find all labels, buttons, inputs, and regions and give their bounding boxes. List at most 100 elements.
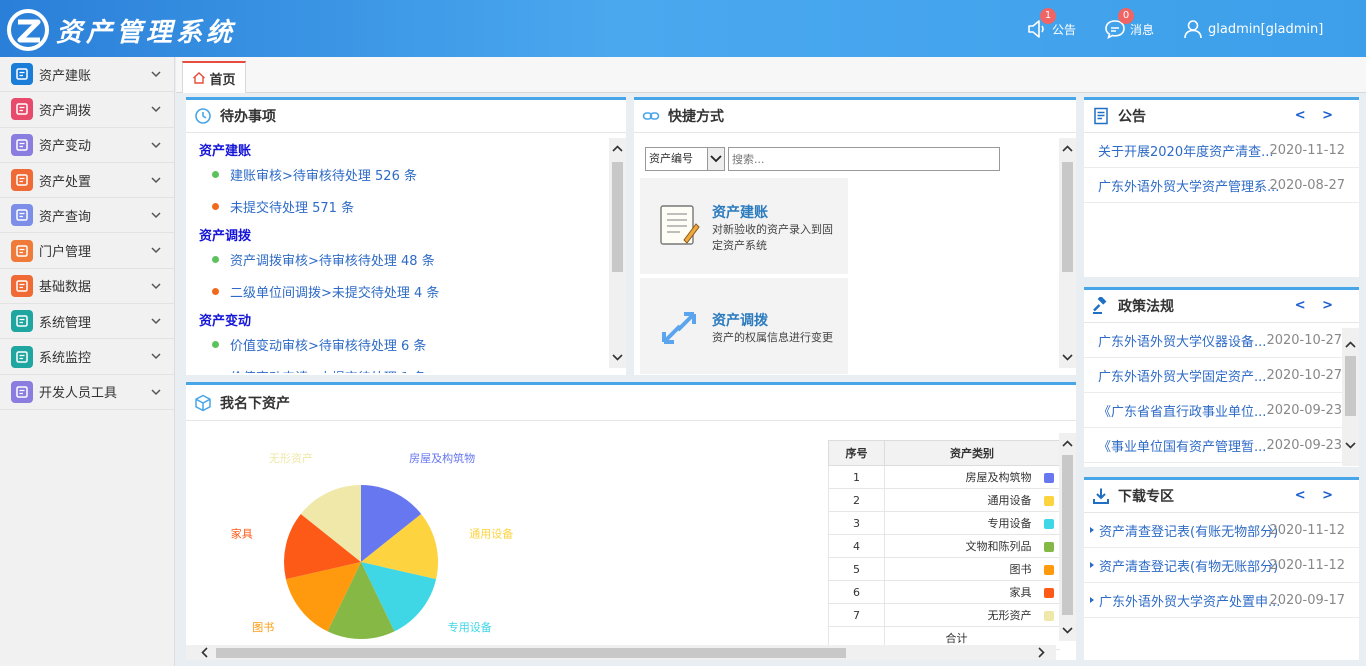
table-cell-index: 7: [828, 603, 885, 627]
todo-section-title: 资产建账: [199, 144, 252, 159]
table-row: 3 专用设备: [828, 511, 1060, 535]
message-count-badge: 0: [1118, 8, 1134, 24]
chevron-down-icon: [710, 155, 722, 163]
policy-list-item[interactable]: 广东外语外贸大学固定资产... 2020-10-27: [1084, 358, 1342, 393]
sidebar-item-5[interactable]: 门户管理: [0, 233, 174, 269]
sidebar-item-2[interactable]: 资产变动: [0, 128, 174, 163]
sidebar-item-4[interactable]: 资产查询: [0, 198, 174, 234]
download-icon: [1093, 488, 1109, 504]
sidebar-item-6[interactable]: 基础数据: [0, 269, 174, 305]
shortcut-card[interactable]: 资产调拨 资产的权属信息进行变更: [640, 278, 848, 374]
sidebar-item-1[interactable]: 资产调拨: [0, 92, 174, 128]
downloads-item-date: 2020-11-12: [1269, 557, 1345, 573]
message-button[interactable]: 0 消息: [1104, 8, 1155, 40]
assets-scrollbar[interactable]: [1059, 433, 1076, 641]
tab-home-label: 首页: [209, 72, 236, 88]
assets-h-scroll-thumb[interactable]: [216, 648, 846, 658]
sidebar-item-7[interactable]: 系统管理: [0, 304, 174, 340]
todo-item[interactable]: 二级单位间调拨>未提交待处理 4 条: [212, 282, 439, 301]
user-menu[interactable]: gladmin[gladmin]: [1182, 18, 1323, 40]
sidebar-item-9[interactable]: 开发人员工具: [0, 375, 174, 410]
select-dropdown-button[interactable]: [707, 148, 724, 170]
notice-list-item[interactable]: 广东外语外贸大学资产管理系... 2020-08-27: [1084, 168, 1359, 203]
policy-list-item[interactable]: 《事业单位国有资产管理暂... 2020-09-23: [1084, 428, 1342, 463]
todo-item[interactable]: 价值变动审核>待审核待处理 6 条: [212, 335, 426, 354]
legend-swatch: [1043, 542, 1054, 552]
table-row: 5 图书: [828, 557, 1060, 581]
sidebar-item-icon: [11, 133, 33, 156]
shortcut-search-input[interactable]: [728, 147, 1000, 171]
table-cell-category: 无形资产: [884, 603, 1060, 627]
document-icon: [1094, 107, 1108, 125]
assets-scroll-thumb[interactable]: [1062, 455, 1073, 615]
notice-list-item[interactable]: 关于开展2020年度资产清查... 2020-11-12: [1084, 133, 1359, 168]
shortcut-card[interactable]: 资产建账对新验收的资产录入到固定资产系统: [640, 178, 848, 274]
logo-icon: [7, 9, 49, 51]
status-dot-icon: [212, 256, 219, 263]
table-row: 4 文物和陈列品: [828, 534, 1060, 558]
downloads-list-item[interactable]: 资产清查登记表(有物无账部分) 2020-11-12: [1084, 548, 1359, 583]
policy-pager[interactable]: < >: [1295, 298, 1339, 313]
notice-pager[interactable]: < >: [1295, 108, 1339, 123]
asset-pie-chart: 房屋及构筑物通用设备专用设备文物和陈列品图书家具无形资产: [231, 451, 513, 639]
downloads-list-item[interactable]: 资产清查登记表(有账无物部分) 2020-11-12: [1084, 513, 1359, 548]
downloads-list-item[interactable]: 广东外语外贸大学资产处置申... 2020-09-17: [1084, 583, 1359, 618]
pie-label: 图书: [252, 621, 274, 634]
shortcut-scroll-thumb[interactable]: [1062, 162, 1073, 272]
total-label: 合计: [945, 632, 968, 645]
sidebar-item-label: 基础数据: [39, 280, 92, 296]
shortcut-scrollbar[interactable]: [1059, 138, 1076, 368]
chevron-down-icon: [151, 142, 161, 148]
chevron-down-icon: [151, 283, 161, 289]
download-list: 资产清查登记表(有账无物部分) 2020-11-12 资产清查登记表(有物无账部分)…: [1084, 513, 1359, 618]
sidebar-item-label: 资产查询: [39, 209, 92, 225]
sidebar-item-3[interactable]: 资产处置: [0, 163, 174, 199]
policy-item-title: 《广东省省直行政事业单位...: [1098, 404, 1267, 420]
notice-item-title: 关于开展2020年度资产清查...: [1098, 144, 1274, 160]
sidebar-item-icon: [11, 204, 33, 227]
sidebar-item-label: 开发人员工具: [39, 386, 118, 402]
speaker-icon: 1: [1026, 8, 1056, 40]
scroll-down-icon: [1062, 627, 1073, 634]
category-label: 专用设备: [987, 517, 1032, 530]
notice-panel: 公告 < > 关于开展2020年度资产清查... 2020-11-12 广东外语外贸…: [1084, 97, 1359, 277]
policy-item-date: 2020-10-27: [1266, 367, 1342, 383]
table-row: 1 房屋及构筑物: [828, 465, 1060, 489]
todo-item-text: 二级单位间调拨>未提交待处理 4 条: [230, 286, 440, 301]
announcement-button[interactable]: 1 公告: [1026, 8, 1076, 40]
policy-scrollbar[interactable]: [1342, 328, 1359, 466]
todo-scroll-thumb[interactable]: [612, 162, 623, 272]
table-cell-index: 2: [828, 488, 885, 512]
sidebar-item-0[interactable]: 资产建账: [0, 57, 174, 93]
todo-scrollbar[interactable]: [609, 138, 626, 368]
table-cell-index: 6: [828, 580, 885, 604]
gavel-icon: [1093, 297, 1107, 314]
transfer-arrows-icon: [662, 312, 696, 344]
download-pager[interactable]: < >: [1295, 488, 1339, 503]
assets-h-scrollbar[interactable]: [186, 645, 1056, 660]
notice-item-date: 2020-11-12: [1269, 142, 1345, 158]
todo-item-text: 建账审核>待审核待处理 526 条: [230, 169, 417, 184]
policy-list-item[interactable]: 《广东省省直行政事业单位... 2020-09-23: [1084, 393, 1342, 428]
policy-list-item[interactable]: 广东外语外贸大学仪器设备... 2020-10-27: [1084, 323, 1342, 358]
pie-label: 通用设备: [469, 526, 513, 540]
asset-category-table: 序号 资产类别 1 房屋及构筑物 2 通用设备 3 专用设备 4 文物和陈列品 5 图书 6 家具 7 无…: [828, 440, 1060, 650]
legend-swatch: [1043, 611, 1054, 621]
shortcut-card-title: 资产建账: [712, 205, 768, 221]
todo-item[interactable]: 资产调拨审核>待审核待处理 48 条: [212, 250, 435, 269]
todo-item[interactable]: 价值变动申请>未提交待处理 1 条: [212, 367, 426, 373]
table-row: 2 通用设备: [828, 488, 1060, 512]
todo-section-title: 资产调拨: [199, 229, 252, 244]
message-label: 消息: [1130, 22, 1155, 37]
shortcut-panel: 快捷方式 资产编号 资产建账对新验收的资产录入到固定资产系统资产调拨资产的权属信…: [634, 97, 1076, 375]
search-field-select[interactable]: 资产编号: [645, 147, 725, 171]
todo-item[interactable]: 建账审核>待审核待处理 526 条: [212, 165, 417, 184]
tab-home[interactable]: 首页: [182, 61, 246, 93]
cube-icon: [195, 394, 211, 411]
shortcut-card-desc: 对新验收的资产录入到固定资产系统: [712, 223, 833, 252]
policy-scroll-thumb[interactable]: [1345, 356, 1356, 416]
todo-item[interactable]: 未提交待处理 571 条: [212, 197, 354, 216]
sidebar-item-8[interactable]: 系统监控: [0, 339, 174, 375]
tab-bar: 首页: [176, 57, 1366, 93]
caret-right-icon: [1090, 597, 1094, 603]
